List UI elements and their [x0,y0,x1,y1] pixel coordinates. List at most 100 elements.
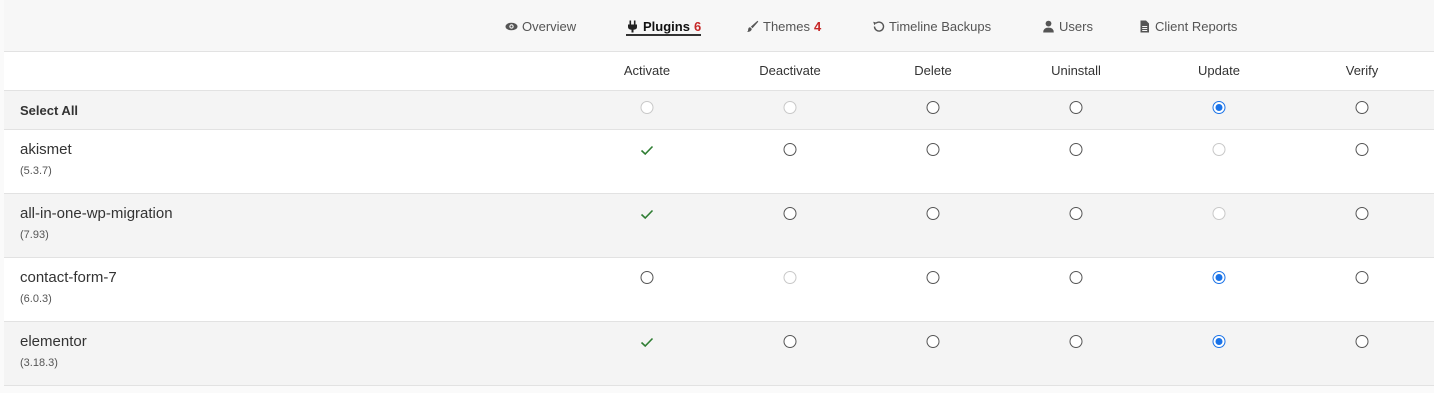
activate-radio [640,101,654,114]
plugin-name: elementor [20,333,87,350]
verify-radio[interactable] [1355,271,1369,284]
tab-bar: Overview Plugins 6 Themes 4 Timeline Bac… [4,0,1434,52]
uninstall-radio[interactable] [1069,335,1083,348]
plugin-version: (6.0.3) [20,293,52,305]
select-all-deactivate-cell [783,101,797,114]
user-icon [1042,20,1055,33]
select-all-row: Select All [4,91,1434,130]
plugin-deactivate-cell [783,143,797,156]
plugins-table: Activate Deactivate Delete Uninstall Upd… [4,52,1434,386]
tab-users[interactable]: Users [1042,16,1093,36]
select-all-uninstall-cell [1069,101,1083,114]
select-all-activate-cell [640,101,654,114]
update-radio[interactable] [1212,101,1226,114]
uninstall-radio[interactable] [1069,143,1083,156]
brush-icon [746,20,759,33]
select-all-delete-cell [926,101,940,114]
plugin-deactivate-cell [783,271,797,284]
plugin-delete-cell [926,143,940,156]
tab-label: Plugins [643,18,690,34]
plugin-deactivate-cell [783,335,797,348]
plugin-row: all-in-one-wp-migration (7.93) [4,194,1434,258]
plugin-name: akismet [20,141,72,158]
checkmark-icon [640,209,654,220]
plugin-update-cell [1212,207,1226,220]
tab-label: Themes [763,18,810,34]
uninstall-radio[interactable] [1069,101,1083,114]
plugins-count-badge: 6 [693,18,702,34]
tab-label: Users [1059,18,1093,34]
plugin-activate-cell [640,207,654,221]
plugin-uninstall-cell [1069,271,1083,284]
file-icon [1138,20,1151,33]
plugin-row: contact-form-7 (6.0.3) [4,258,1434,322]
plugin-version: (7.93) [20,229,49,241]
deactivate-radio[interactable] [783,207,797,220]
history-icon [872,20,885,33]
plugin-version: (3.18.3) [20,357,58,369]
column-header-verify: Verify [1345,63,1379,78]
uninstall-radio[interactable] [1069,271,1083,284]
verify-radio[interactable] [1355,335,1369,348]
plug-icon [626,20,639,33]
update-radio[interactable] [1212,335,1226,348]
plugin-row: akismet (5.3.7) [4,130,1434,194]
delete-radio[interactable] [926,335,940,348]
tab-overview[interactable]: Overview [505,16,576,36]
plugin-activate-cell [640,143,654,157]
column-header-deactivate: Deactivate [759,63,821,78]
delete-radio[interactable] [926,271,940,284]
plugin-row: elementor (3.18.3) [4,322,1434,386]
uninstall-radio[interactable] [1069,207,1083,220]
plugin-update-cell [1212,271,1226,284]
update-radio [1212,207,1226,220]
plugin-activate-cell [640,271,654,284]
plugin-name: contact-form-7 [20,269,117,286]
column-header-update: Update [1198,63,1240,78]
deactivate-radio[interactable] [783,143,797,156]
verify-radio[interactable] [1355,143,1369,156]
plugin-delete-cell [926,207,940,220]
verify-radio[interactable] [1355,101,1369,114]
plugin-activate-cell [640,335,654,349]
checkmark-icon [640,145,654,156]
column-header-delete: Delete [914,63,952,78]
plugin-update-cell [1212,143,1226,156]
activate-radio[interactable] [640,271,654,284]
plugin-verify-cell [1355,143,1369,156]
verify-radio[interactable] [1355,207,1369,220]
delete-radio[interactable] [926,207,940,220]
select-all-verify-cell [1355,101,1369,114]
plugin-name: all-in-one-wp-migration [20,205,173,222]
plugin-uninstall-cell [1069,335,1083,348]
tab-timeline-backups[interactable]: Timeline Backups [872,16,991,36]
tab-client-reports[interactable]: Client Reports [1138,16,1237,36]
eye-icon [505,20,518,33]
plugin-verify-cell [1355,207,1369,220]
plugin-delete-cell [926,335,940,348]
tab-label: Overview [522,18,577,34]
themes-count-badge: 4 [813,18,822,34]
update-radio[interactable] [1212,271,1226,284]
plugin-uninstall-cell [1069,207,1083,220]
select-all-update-cell [1212,101,1226,114]
update-radio [1212,143,1226,156]
delete-radio[interactable] [926,101,940,114]
deactivate-radio[interactable] [783,335,797,348]
deactivate-radio [783,271,797,284]
column-header-uninstall: Uninstall [1051,63,1101,78]
column-header-activate: Activate [623,63,671,78]
plugin-verify-cell [1355,335,1369,348]
delete-radio[interactable] [926,143,940,156]
checkmark-icon [640,337,654,348]
plugin-uninstall-cell [1069,143,1083,156]
tab-label: Timeline Backups [889,18,992,34]
tab-plugins[interactable]: Plugins 6 [626,16,702,36]
tab-themes[interactable]: Themes 4 [746,16,821,36]
deactivate-radio [783,101,797,114]
plugin-deactivate-cell [783,207,797,220]
plugin-version: (5.3.7) [20,165,52,177]
tab-label: Client Reports [1155,18,1238,34]
select-all-label: Select All [20,103,79,118]
plugin-delete-cell [926,271,940,284]
